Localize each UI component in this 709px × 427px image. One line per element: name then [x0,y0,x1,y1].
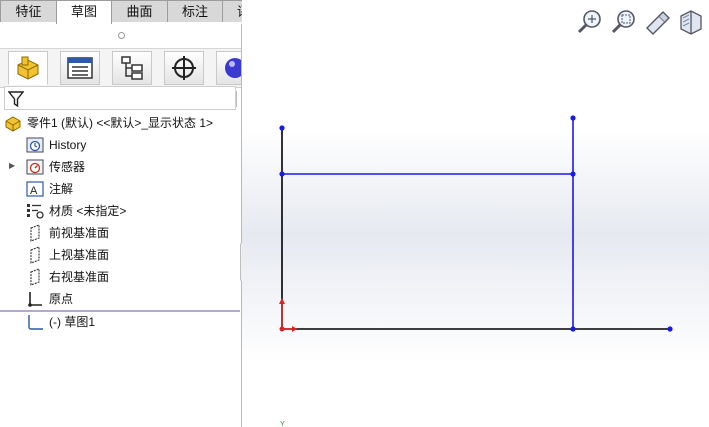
plane-icon [30,224,40,242]
crosshair-icon [172,56,196,80]
tree-item-label: 传感器 [49,160,86,174]
panel-grip[interactable] [118,32,125,39]
sensor-icon [26,159,44,175]
history-icon [26,137,44,153]
tree-item-label: 材质 <未指定> [49,204,127,218]
sketch-canvas: Y [279,115,673,427]
rollback-bar[interactable] [0,310,240,312]
material-icon [27,204,44,219]
tree-item-label: 右视基准面 [49,270,110,284]
tree-filter[interactable] [4,86,236,110]
tree-item-label: 上视基准面 [49,248,110,262]
part-icon [5,116,21,132]
svg-text:A: A [30,185,38,197]
origin-icon[interactable] [279,298,297,332]
filter-icon [8,91,24,108]
property-manager-tab[interactable] [60,51,100,85]
tree-item-label: 注解 [49,182,74,196]
axis-label: Y [280,421,285,427]
feature-manager-panel: ◀ ▶ 零件1 (默认) <<默认>_显示状态 1> History [0,24,242,427]
sketch-icon [28,315,43,330]
tree-item-label: History [49,138,87,152]
property-list-icon [67,57,93,79]
annotation-icon: A [26,181,44,197]
manager-tab-row: ◀ ▶ [0,48,241,107]
sketch-point[interactable] [667,326,673,332]
tree-item-label: 原点 [49,292,74,306]
appearance-sphere-icon [224,58,241,78]
sketch-point[interactable] [570,171,576,177]
tab-features[interactable]: 特征 [0,0,57,22]
tab-sketch[interactable]: 草图 [56,0,112,24]
display-manager-tab[interactable] [216,51,241,85]
dimxpert-manager-tab[interactable] [164,51,204,85]
graphics-area[interactable]: Y [242,0,709,427]
tab-dimensions[interactable]: 标注 [167,0,223,22]
configuration-manager-tab[interactable] [112,51,152,85]
sketch-point[interactable] [570,326,576,332]
tree-item-label: 前视基准面 [49,226,110,240]
tree-root-label: 零件1 (默认) <<默认>_显示状态 1> [27,116,214,130]
origin-icon [28,292,42,307]
sketch-point[interactable] [279,171,285,177]
tree-item-label: (-) 草图1 [49,315,95,329]
sketch-point[interactable] [570,115,576,121]
tab-surfaces[interactable]: 曲面 [111,0,168,22]
sketch-point[interactable] [279,125,285,131]
plane-icon [30,246,40,264]
feature-manager-tab[interactable] [8,51,48,85]
part-icon [17,56,39,80]
expand-arrow-icon[interactable]: ▶ [9,161,15,170]
configuration-tree-icon [121,56,143,80]
command-manager-tabs: 特征 草图 曲面 标注 评估 [0,0,280,24]
plane-icon [30,268,40,286]
